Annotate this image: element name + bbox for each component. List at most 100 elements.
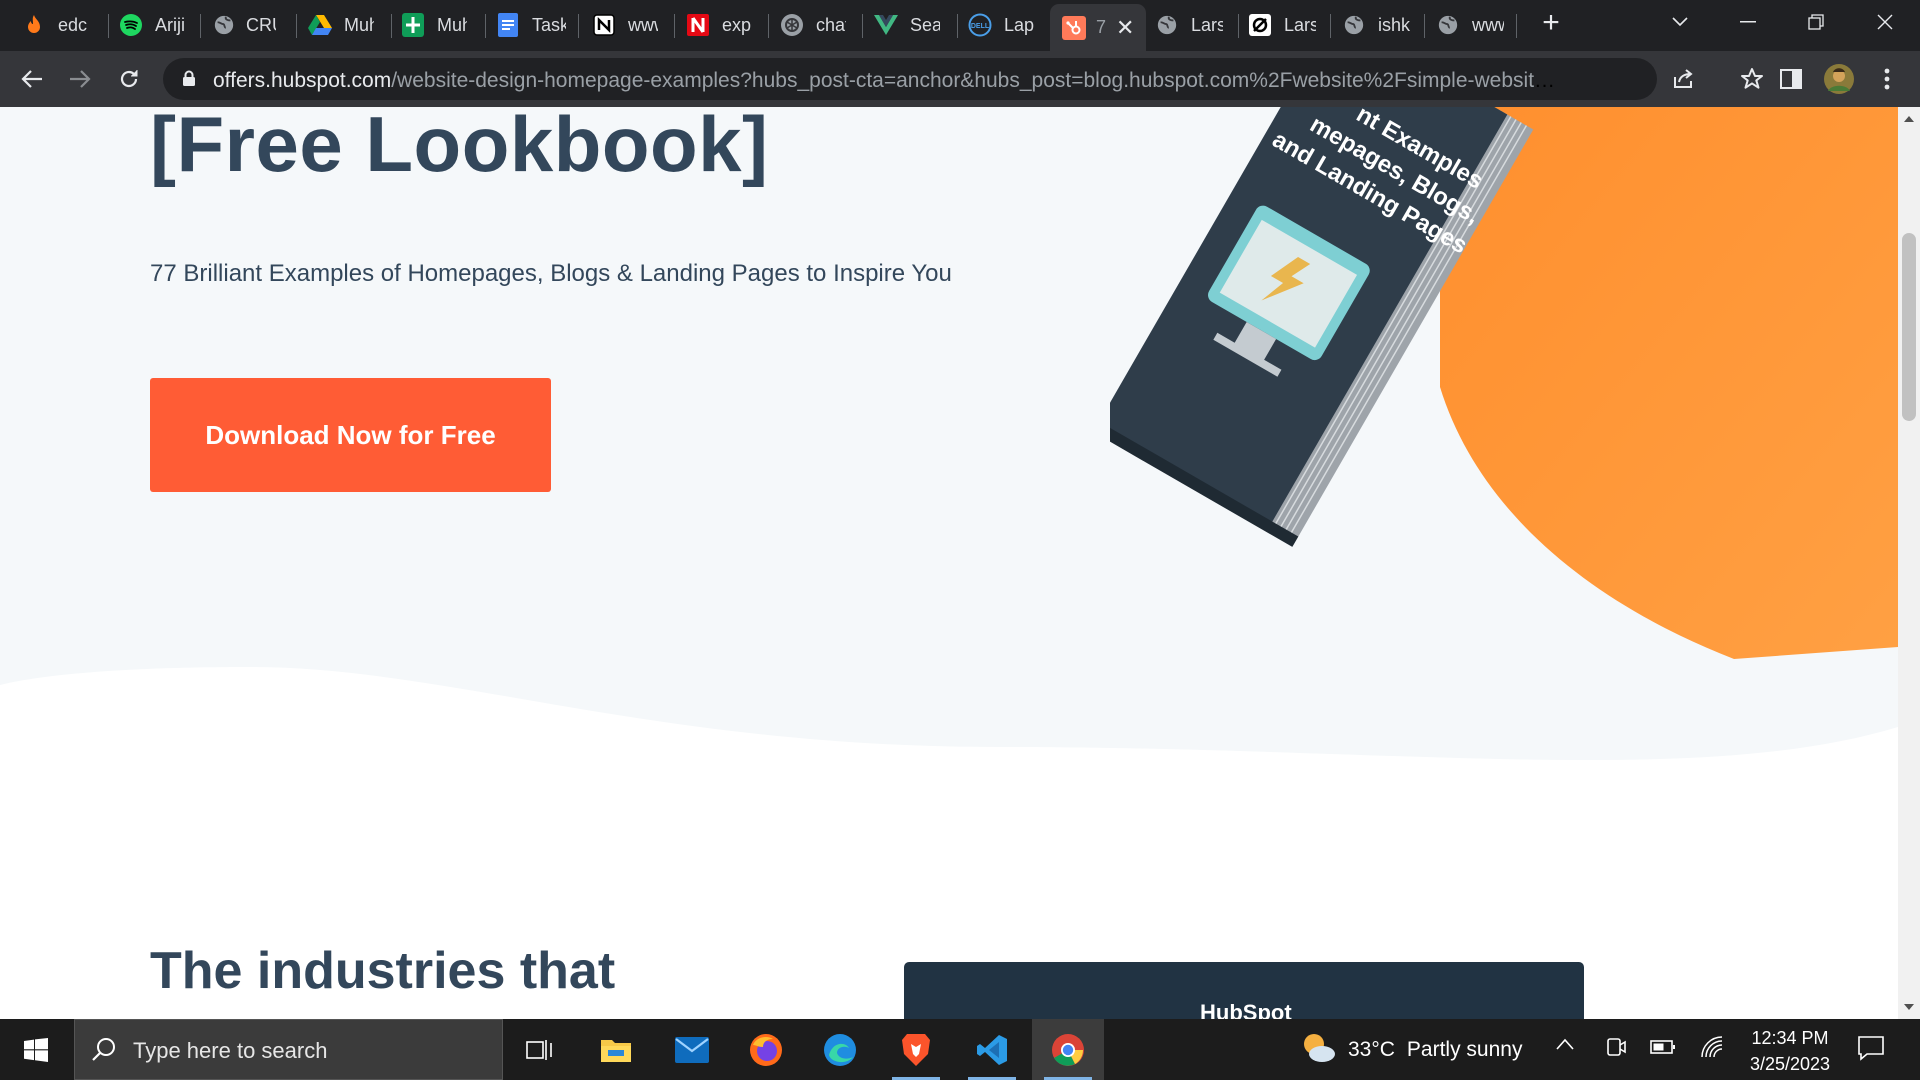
wifi-icon[interactable] xyxy=(1700,1035,1724,1064)
menu-kebab-icon[interactable] xyxy=(1871,63,1903,95)
tab-label: www xyxy=(628,14,658,35)
chrome-icon[interactable] xyxy=(1032,1019,1104,1080)
globe-icon xyxy=(1155,13,1179,37)
address-bar[interactable]: offers.hubspot.com/website-design-homepa… xyxy=(163,58,1763,100)
tab-separator xyxy=(1238,14,1239,38)
bookmark-star-icon[interactable] xyxy=(1740,67,1764,96)
tab-lars-1[interactable]: Lars xyxy=(1155,7,1223,43)
weather-description: Partly sunny xyxy=(1406,1037,1523,1061)
download-now-button[interactable]: Download Now for Free xyxy=(150,378,551,492)
tab-task[interactable]: Task xyxy=(496,7,566,43)
vscode-icon[interactable] xyxy=(956,1019,1028,1080)
minimize-button[interactable] xyxy=(1713,0,1783,44)
tab-hubspot-active[interactable]: 7 ✕ xyxy=(1050,4,1146,51)
globe-icon xyxy=(1342,13,1366,37)
tab-separator xyxy=(862,14,863,38)
tab-label: 7 xyxy=(1096,17,1106,37)
tab-label: ishk xyxy=(1378,14,1410,35)
restore-button[interactable] xyxy=(1781,0,1851,44)
scrollbar-thumb[interactable] xyxy=(1902,233,1916,421)
tab-label: Task xyxy=(532,14,566,35)
url-path: /website-design-homepage-examples?hubs_p… xyxy=(391,69,1563,92)
back-button[interactable] xyxy=(16,63,48,95)
tab-muh-drive[interactable]: Muh xyxy=(308,7,374,43)
tab-separator xyxy=(108,14,109,38)
notifications-icon[interactable] xyxy=(1858,1035,1884,1066)
hubspot-icon xyxy=(1062,15,1086,40)
weather-widget[interactable]: 33°C Partly sunny xyxy=(1300,1019,1522,1080)
openai-icon xyxy=(780,13,804,37)
firefox-icon[interactable] xyxy=(730,1019,802,1080)
scroll-up-arrow-icon[interactable] xyxy=(1904,116,1914,122)
share-icon[interactable] xyxy=(1671,67,1695,96)
tab-cru[interactable]: CRU xyxy=(212,7,276,43)
side-panel-icon[interactable] xyxy=(1775,63,1807,95)
spotify-icon xyxy=(119,13,143,37)
meet-now-icon[interactable] xyxy=(1606,1035,1626,1064)
globe-icon xyxy=(1436,13,1460,37)
tab-label: edcl xyxy=(58,14,88,35)
forward-button[interactable] xyxy=(64,63,96,95)
partly-sunny-icon xyxy=(1300,1030,1336,1070)
tab-sear[interactable]: Sear xyxy=(874,7,940,43)
tab-www-notion[interactable]: www xyxy=(592,7,658,43)
vue-icon xyxy=(874,13,898,37)
windows-start-button[interactable] xyxy=(0,1019,72,1080)
tab-chat[interactable]: chat xyxy=(780,7,846,43)
dell-icon: DELL xyxy=(968,13,992,37)
tab-ariji[interactable]: Ariji xyxy=(119,7,185,43)
hero-background xyxy=(0,107,1898,761)
tab-muh-sheets[interactable]: Muh xyxy=(401,7,467,43)
tab-separator xyxy=(578,14,579,38)
edge-icon[interactable] xyxy=(804,1019,876,1080)
mail-app-icon[interactable] xyxy=(656,1019,728,1080)
tab-separator xyxy=(957,14,958,38)
tab-lars-2[interactable]: Lars xyxy=(1248,7,1316,43)
reload-button[interactable] xyxy=(113,63,145,95)
clock-time: 12:34 PM xyxy=(1751,1028,1829,1048)
close-window-button[interactable] xyxy=(1850,0,1920,44)
close-tab-icon[interactable]: ✕ xyxy=(1116,15,1134,41)
scroll-down-arrow-icon[interactable] xyxy=(1904,1004,1914,1010)
battery-icon[interactable] xyxy=(1650,1039,1676,1060)
show-hidden-icons-chevron-icon[interactable] xyxy=(1556,1037,1574,1055)
hubspot-preview-card: HubSpot xyxy=(904,962,1584,1019)
taskbar-search-input[interactable]: Type here to search xyxy=(74,1019,503,1080)
tab-www[interactable]: www xyxy=(1436,7,1504,43)
clock-date: 3/25/2023 xyxy=(1749,1054,1831,1074)
task-view-icon[interactable] xyxy=(504,1019,576,1080)
profile-avatar[interactable] xyxy=(1823,63,1855,95)
tab-edcl[interactable]: edcl xyxy=(22,7,88,43)
tab-label: chat xyxy=(816,14,846,35)
hubspot-logo-text: HubSpot xyxy=(1200,1000,1292,1019)
tab-label: Lapt xyxy=(1004,14,1034,35)
tab-label: expr xyxy=(722,14,752,35)
file-explorer-icon[interactable] xyxy=(580,1019,652,1080)
tab-lapt[interactable]: DELL Lapt xyxy=(968,7,1034,43)
tab-expr[interactable]: expr xyxy=(686,7,752,43)
search-icon xyxy=(91,1036,117,1067)
tab-separator xyxy=(485,14,486,38)
page-scrollbar[interactable] xyxy=(1898,107,1920,1019)
new-tab-button[interactable]: + xyxy=(1536,8,1566,39)
hero-title: [Free Lookbook] xyxy=(150,107,769,188)
section-title: The industries that xyxy=(150,942,616,1000)
tab-separator xyxy=(200,14,201,38)
url-text[interactable]: offers.hubspot.com/website-design-homepa… xyxy=(213,69,1563,93)
hero-subtitle: 77 Brilliant Examples of Homepages, Blog… xyxy=(150,260,952,287)
windows-logo-icon xyxy=(24,1037,48,1062)
tab-search-chevron-icon[interactable] xyxy=(1645,0,1715,44)
tab-ishk[interactable]: ishk xyxy=(1342,7,1410,43)
tab-separator xyxy=(1330,14,1331,38)
brave-icon[interactable] xyxy=(880,1019,952,1080)
tab-separator xyxy=(1516,14,1517,38)
svg-text:DELL: DELL xyxy=(971,23,990,30)
flame-icon xyxy=(22,13,46,37)
tab-label: www xyxy=(1472,14,1504,35)
windows-taskbar: Type here to search 33°C Partly sunny 12… xyxy=(0,1019,1920,1080)
tab-separator xyxy=(1424,14,1425,38)
google-sheets-icon xyxy=(401,13,425,37)
tab-separator xyxy=(391,14,392,38)
web-page: [Free Lookbook] 77 Brilliant Examples of… xyxy=(0,107,1898,1019)
system-clock[interactable]: 12:34 PM 3/25/2023 xyxy=(1740,1025,1840,1077)
